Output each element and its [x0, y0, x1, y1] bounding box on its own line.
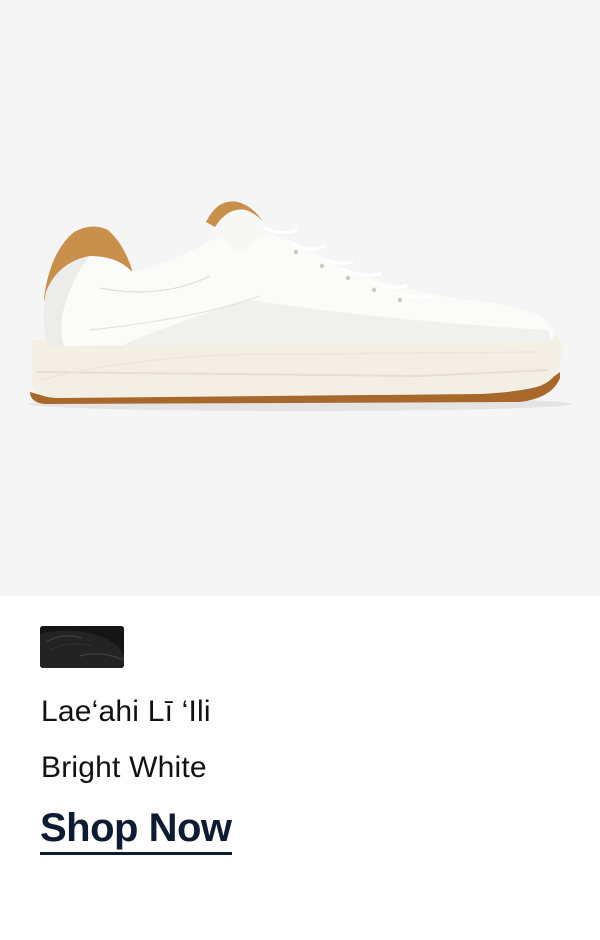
product-name: Lae‘ahi Lī ‘Ili [41, 695, 211, 728]
product-color-name: Bright White [41, 751, 207, 784]
black-sneaker-swatch-icon [40, 626, 124, 668]
sneaker-image-icon [28, 201, 572, 411]
shop-now-link[interactable]: Shop Now [40, 804, 232, 855]
product-image-area[interactable] [0, 0, 600, 596]
color-swatch-black[interactable] [40, 626, 124, 668]
product-card[interactable]: Lae‘ahi Lī ‘Ili Bright White Shop Now [0, 0, 600, 940]
